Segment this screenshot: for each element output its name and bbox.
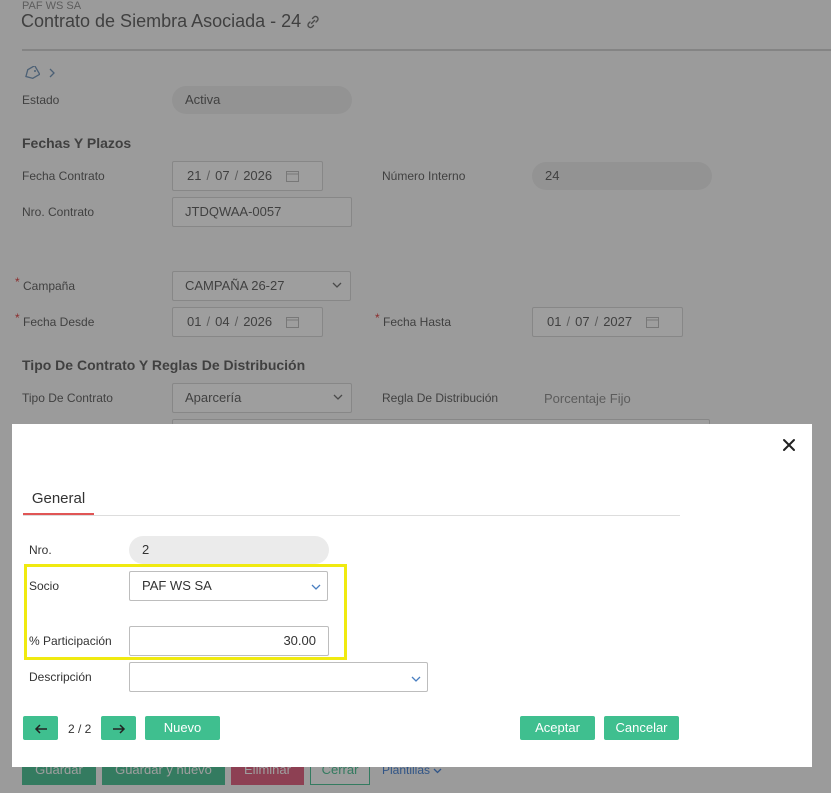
close-icon[interactable] (782, 438, 796, 452)
cancelar-button[interactable]: Cancelar (604, 716, 679, 740)
nro-label: Nro. (29, 543, 52, 557)
next-record-button[interactable] (101, 716, 136, 740)
participacion-label: % Participación (29, 634, 112, 648)
prev-record-button[interactable] (23, 716, 58, 740)
tab-divider (23, 515, 680, 516)
chevron-down-icon (311, 584, 321, 590)
arrow-left-icon (34, 724, 47, 734)
aceptar-button[interactable]: Aceptar (520, 716, 595, 740)
nuevo-button[interactable]: Nuevo (145, 716, 220, 740)
socio-select[interactable]: PAF WS SA (129, 571, 328, 601)
socio-label: Socio (29, 579, 60, 593)
tab-general[interactable]: General (23, 490, 94, 516)
arrow-right-icon (112, 724, 125, 734)
socio-dialog: General Nro. 2 Socio PAF WS SA % Partici… (12, 424, 812, 767)
participacion-input[interactable]: 30.00 (129, 626, 329, 656)
socio-value: PAF WS SA (142, 578, 212, 593)
record-pager: 2 / 2 (68, 722, 92, 736)
descripcion-select[interactable] (129, 662, 428, 692)
nro-field: 2 (129, 536, 329, 564)
chevron-down-icon (411, 676, 421, 682)
descripcion-label: Descripción (29, 670, 92, 684)
